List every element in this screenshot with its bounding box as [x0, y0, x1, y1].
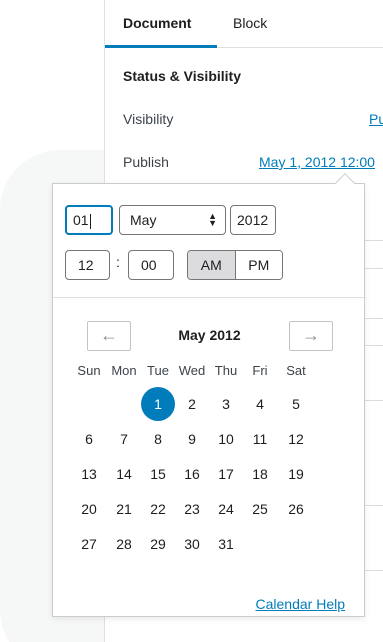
visibility-label: Visibility [123, 111, 174, 127]
calendar-day[interactable]: 14 [107, 457, 141, 491]
calendar-day[interactable]: 17 [209, 457, 243, 491]
hour-input[interactable]: 12 [65, 250, 110, 280]
tab-document[interactable]: Document [123, 0, 191, 48]
calendar-day[interactable]: 6 [72, 422, 106, 456]
calendar-help-link[interactable]: Calendar Help [53, 596, 346, 612]
calendar-day[interactable]: 5 [279, 387, 313, 421]
month-select[interactable]: May ▲ ▼ [119, 205, 226, 235]
sidebar-tabs: Document Block [105, 0, 383, 48]
calendar-day[interactable]: 30 [175, 527, 209, 561]
calendar-day[interactable]: 20 [72, 492, 106, 526]
calendar-day[interactable]: 29 [141, 527, 175, 561]
popover-divider [53, 297, 366, 298]
panel-title[interactable]: Status & Visibility [123, 68, 241, 84]
month-value: May [130, 212, 157, 228]
calendar-day[interactable]: 27 [72, 527, 106, 561]
minute-input[interactable]: 00 [128, 250, 174, 280]
active-tab-indicator [105, 45, 217, 48]
calendar-day[interactable]: 31 [209, 527, 243, 561]
publish-date-link[interactable]: May 1, 2012 12:00 [259, 154, 375, 170]
date-time-popover: 01 May ▲ ▼ 2012 12 : 00 AM PM ← May 2012 … [52, 173, 366, 617]
visibility-link[interactable]: Pu [369, 111, 383, 127]
calendar-day[interactable]: 3 [209, 387, 243, 421]
meridiem-toggle: AM PM [187, 250, 283, 280]
day-value: 01 [73, 212, 89, 228]
year-input[interactable]: 2012 [230, 205, 276, 235]
calendar-day[interactable]: 11 [243, 422, 277, 456]
calendar-day[interactable]: 22 [141, 492, 175, 526]
am-button[interactable]: AM [188, 251, 236, 279]
day-input[interactable]: 01 [65, 205, 113, 235]
weekday-label: Thu [214, 363, 238, 378]
arrow-right-icon: → [302, 325, 320, 345]
calendar-day[interactable]: 19 [279, 457, 313, 491]
calendar-day[interactable]: 8 [141, 422, 175, 456]
calendar-day[interactable]: 12 [279, 422, 313, 456]
calendar-day[interactable]: 24 [209, 492, 243, 526]
weekday-label: Wed [178, 363, 206, 378]
calendar-day[interactable]: 18 [243, 457, 277, 491]
calendar-day[interactable]: 16 [175, 457, 209, 491]
next-month-button[interactable]: → [289, 321, 333, 351]
tab-block[interactable]: Block [233, 0, 267, 48]
weekday-label: Sat [286, 363, 306, 378]
weekday-label: Tue [147, 363, 169, 378]
weekday-label: Sun [77, 363, 101, 378]
calendar-day[interactable]: 23 [175, 492, 209, 526]
select-arrows-icon: ▲ ▼ [208, 211, 217, 228]
calendar-day[interactable]: 25 [243, 492, 277, 526]
calendar-day[interactable]: 10 [209, 422, 243, 456]
calendar-day[interactable]: 21 [107, 492, 141, 526]
calendar-day[interactable]: 15 [141, 457, 175, 491]
weekday-label: Fri [252, 363, 268, 378]
calendar-day[interactable]: 13 [72, 457, 106, 491]
calendar-day[interactable]: 4 [243, 387, 277, 421]
calendar-day[interactable]: 28 [107, 527, 141, 561]
selected-day[interactable]: 1 [141, 387, 175, 421]
calendar-day[interactable]: 7 [107, 422, 141, 456]
weekday-label: Mon [111, 363, 137, 378]
calendar-day[interactable]: 26 [279, 492, 313, 526]
publish-label: Publish [123, 154, 169, 170]
editor-screen: Document Block Status & Visibility Visib… [0, 0, 383, 642]
pm-button[interactable]: PM [235, 251, 282, 279]
calendar-day[interactable]: 9 [175, 422, 209, 456]
text-cursor [89, 213, 91, 229]
calendar-day[interactable]: 2 [175, 387, 209, 421]
time-separator: : [116, 254, 120, 270]
